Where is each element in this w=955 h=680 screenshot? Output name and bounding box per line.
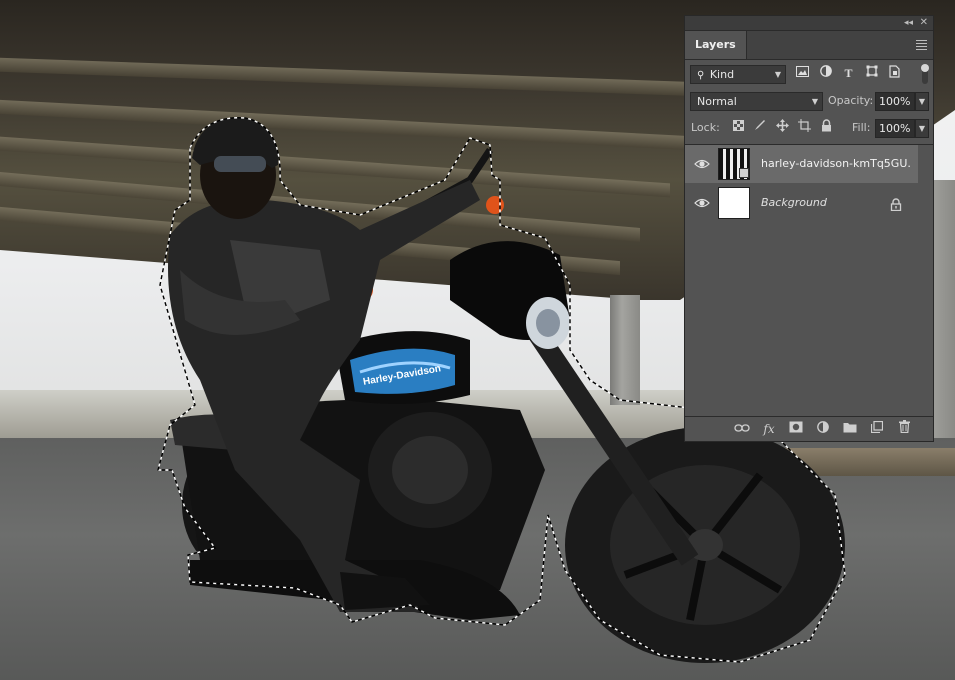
lock-row: Lock: Fill: 100% ▼: [685, 116, 933, 142]
type-filter-icon[interactable]: T: [841, 65, 856, 82]
chevron-down-icon: ▼: [774, 70, 781, 79]
trash-icon[interactable]: [895, 420, 913, 438]
fill-label: Fill:: [852, 121, 871, 134]
blend-mode-select[interactable]: Normal ▼: [690, 92, 823, 111]
filter-kind-label: Kind: [709, 68, 735, 81]
filter-icon-group: T: [795, 65, 902, 82]
lock-artboard-icon[interactable]: [796, 119, 812, 136]
lock-icon: [890, 196, 904, 212]
layers-panel: ◂◂ ✕ Layers ⚲ Kind ▼ T Normal ▼ Opacity:…: [684, 15, 934, 442]
turn-signal-right: [486, 196, 504, 214]
sunglasses: [214, 156, 266, 172]
lock-transparent-pixels-icon[interactable]: [730, 119, 746, 136]
blend-row: Normal ▼ Opacity: 100% ▼: [685, 89, 933, 115]
layer-row-harley-davidson[interactable]: harley-davidson-kmTq5GU...: [685, 145, 918, 183]
blend-mode-value: Normal: [697, 95, 737, 108]
layers-bottom-toolbar: fx: [685, 416, 933, 441]
bottom-icon-group: fx: [733, 420, 913, 438]
opacity-dropdown[interactable]: ▼: [915, 92, 929, 111]
layers-list: harley-davidson-kmTq5GU... Background: [685, 144, 933, 410]
opacity-label: Opacity:: [828, 94, 874, 107]
lock-icon-group: [730, 119, 834, 136]
new-layer-icon[interactable]: [868, 420, 886, 438]
layer-name[interactable]: harley-davidson-kmTq5GU...: [761, 145, 911, 183]
panel-menu-icon[interactable]: [916, 40, 927, 52]
lock-label: Lock:: [691, 121, 720, 134]
smart-object-badge-icon: [739, 168, 749, 178]
filter-toggle-switch[interactable]: [921, 64, 929, 84]
fill-input[interactable]: 100%: [875, 119, 915, 138]
chevron-down-icon: ▼: [811, 97, 818, 106]
panel-tab-bar: Layers: [685, 31, 933, 60]
layer-thumbnail: [718, 187, 750, 219]
fill-dropdown[interactable]: ▼: [915, 119, 929, 138]
layer-row-background[interactable]: Background: [685, 184, 918, 222]
panel-title-strip: ◂◂ ✕: [685, 16, 933, 31]
fx-icon[interactable]: fx: [760, 420, 778, 438]
new-group-icon[interactable]: [841, 420, 859, 438]
add-mask-icon[interactable]: [787, 420, 805, 438]
collapse-panel-button[interactable]: ◂◂: [904, 16, 913, 30]
link-layers-icon[interactable]: [733, 420, 751, 438]
tab-layers[interactable]: Layers: [685, 31, 747, 59]
shape-filter-icon[interactable]: [864, 65, 879, 82]
filter-kind-select[interactable]: ⚲ Kind ▼: [690, 65, 786, 84]
search-icon: ⚲: [697, 70, 705, 81]
eye-icon[interactable]: [694, 195, 710, 211]
eye-icon[interactable]: [694, 156, 710, 172]
lock-position-icon[interactable]: [774, 119, 790, 136]
close-panel-button[interactable]: ✕: [920, 16, 928, 30]
opacity-input[interactable]: 100%: [875, 92, 915, 111]
adjustment-layer-icon[interactable]: [814, 420, 832, 438]
adjustment-filter-icon[interactable]: [818, 65, 833, 82]
lock-image-pixels-icon[interactable]: [752, 119, 768, 136]
filter-row: ⚲ Kind ▼ T: [685, 62, 933, 88]
layer-name[interactable]: Background: [761, 184, 911, 222]
image-filter-icon[interactable]: [795, 65, 810, 82]
lock-all-icon[interactable]: [818, 119, 834, 136]
smart-object-filter-icon[interactable]: [887, 65, 902, 82]
